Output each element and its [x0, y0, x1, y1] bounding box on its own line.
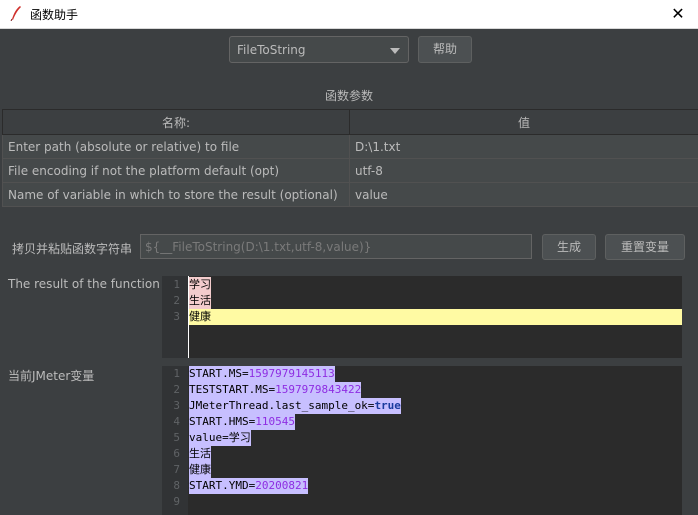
code-line: 4 START.HMS=110545 — [173, 414, 295, 430]
window-title: 函数助手 — [30, 8, 79, 22]
chevron-down-icon — [390, 48, 400, 54]
code-line: 5 value=学习 — [173, 430, 251, 446]
code-line: 1 学习 — [173, 277, 211, 293]
jmeter-vars-label: 当前JMeter变量 — [8, 369, 95, 383]
result-label: The result of the function is — [8, 277, 174, 291]
table-row[interactable]: Enter path (absolute or relative) to fil… — [2, 134, 698, 159]
jmeter-feather-icon — [10, 6, 21, 21]
column-header-name[interactable]: 名称: — [2, 109, 350, 135]
param-value-cell[interactable]: utf-8 — [349, 158, 698, 183]
copy-string-label: 拷贝并粘贴函数字符串 — [12, 242, 133, 256]
code-line: 6 生活 — [173, 446, 211, 462]
title-bar: 函数助手 ✕ — [0, 0, 698, 29]
code-line: 3 JMeterThread.last_sample_ok=true — [173, 398, 401, 414]
code-line: 9 — [173, 495, 180, 508]
code-line: 2 TESTSTART.MS=1597979843422 — [173, 382, 362, 398]
code-line: 1 START.MS=1597979145113 — [173, 366, 335, 382]
param-name-cell[interactable]: Enter path (absolute or relative) to fil… — [2, 134, 350, 159]
code-line: 3 健康 — [173, 310, 211, 323]
params-table: 名称: 值 Enter path (absolute or relative) … — [2, 109, 698, 207]
table-row[interactable]: File encoding if not the platform defaul… — [2, 158, 698, 183]
function-select[interactable]: FileToString — [229, 36, 409, 63]
result-editor[interactable]: 1 学习 2 生活 3 健康 — [162, 276, 682, 358]
code-line: 7 健康 — [173, 462, 211, 478]
close-icon[interactable]: ✕ — [658, 0, 698, 28]
code-line: 2 生活 — [173, 293, 211, 309]
param-name-cell[interactable]: Name of variable in which to store the r… — [2, 182, 350, 207]
param-value-cell[interactable]: D:\1.txt — [349, 134, 698, 159]
generate-button[interactable]: 生成 — [542, 234, 596, 260]
code-line: 8 START.YMD=20200821 — [173, 478, 309, 494]
table-row[interactable]: Name of variable in which to store the r… — [2, 182, 698, 207]
help-button[interactable]: 帮助 — [418, 36, 472, 63]
params-section-title: 函数参数 — [324, 89, 373, 103]
function-string-input[interactable] — [141, 235, 531, 258]
text-caret — [188, 276, 189, 358]
reset-variables-button[interactable]: 重置变量 — [605, 234, 685, 260]
function-select-value: FileToString — [237, 43, 306, 57]
jmeter-vars-editor[interactable]: 1 START.MS=1597979145113 2 TESTSTART.MS=… — [162, 366, 682, 515]
function-string-field[interactable] — [140, 234, 532, 259]
column-header-value[interactable]: 值 — [349, 109, 698, 135]
param-name-cell[interactable]: File encoding if not the platform defaul… — [2, 158, 350, 183]
param-value-cell[interactable]: value — [349, 182, 698, 207]
